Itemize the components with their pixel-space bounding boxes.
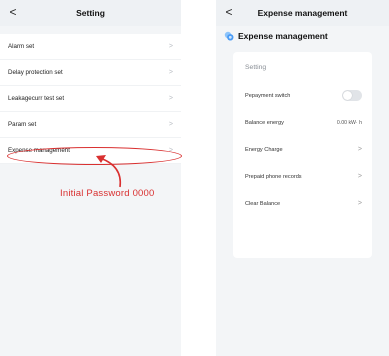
row-label: Clear Balance [245,200,281,207]
balance-energy-row: Balance energy 0.00 kW· h [233,109,372,136]
chevron-right-icon: > [357,146,362,153]
menu-item-expense-management[interactable]: Expense management > [0,138,181,164]
setting-screen: < Setting Alarm set > Delay protection s… [0,0,181,356]
chevron-right-icon: > [357,200,362,207]
back-icon[interactable]: < [6,4,20,20]
clear-balance-row[interactable]: Clear Balance > [233,190,372,217]
menu-item-label: Delay protection set [8,69,63,76]
password-annotation: Initial Password 0000 [60,188,155,199]
card-label: Setting [245,63,267,71]
chevron-right-icon: > [357,173,362,180]
row-label: Prepaid phone records [245,173,302,180]
setting-header: < Setting [0,0,181,26]
balance-energy-value: 0.00 kW· h [336,119,362,126]
section-title: Expense management [216,26,389,46]
menu-item-label: Alarm set [8,43,35,50]
menu-item-alarm-set[interactable]: Alarm set > [0,34,181,60]
back-icon[interactable]: < [222,4,236,20]
menu-item-label: Param set [8,121,37,128]
prepaid-records-row[interactable]: Prepaid phone records > [233,163,372,190]
prepayment-switch-row: Pepayment switch [233,82,372,109]
setting-menu: Alarm set > Delay protection set > Leaka… [0,34,181,164]
row-label: Energy Charge [245,146,283,153]
chevron-right-icon: > [168,43,173,50]
row-label: Pepayment switch [245,92,291,99]
page-title: Expense management [257,8,348,18]
chevron-right-icon: > [168,69,173,76]
menu-item-label: Expense management [8,147,70,154]
chevron-right-icon: > [168,95,173,102]
chevron-right-icon: > [168,121,173,128]
page-title: Setting [76,8,105,18]
row-label: Balance energy [245,119,284,126]
expense-header: < Expense management [216,0,389,26]
chevron-right-icon: > [168,147,173,154]
toggle-knob [343,91,352,100]
menu-item-leakage-test[interactable]: Leakagecurr test set > [0,86,181,112]
menu-item-param-set[interactable]: Param set > [0,112,181,138]
expense-management-screen: < Expense management Expense management … [216,0,389,356]
prepayment-toggle[interactable] [342,90,362,101]
section-title-text: Expense management [238,31,328,41]
energy-charge-row[interactable]: Energy Charge > [233,136,372,163]
expense-settings-card: Setting Pepayment switch Balance energy … [233,52,372,258]
coins-icon [224,31,234,41]
menu-item-label: Leakagecurr test set [8,95,65,102]
menu-item-delay-protection[interactable]: Delay protection set > [0,60,181,86]
